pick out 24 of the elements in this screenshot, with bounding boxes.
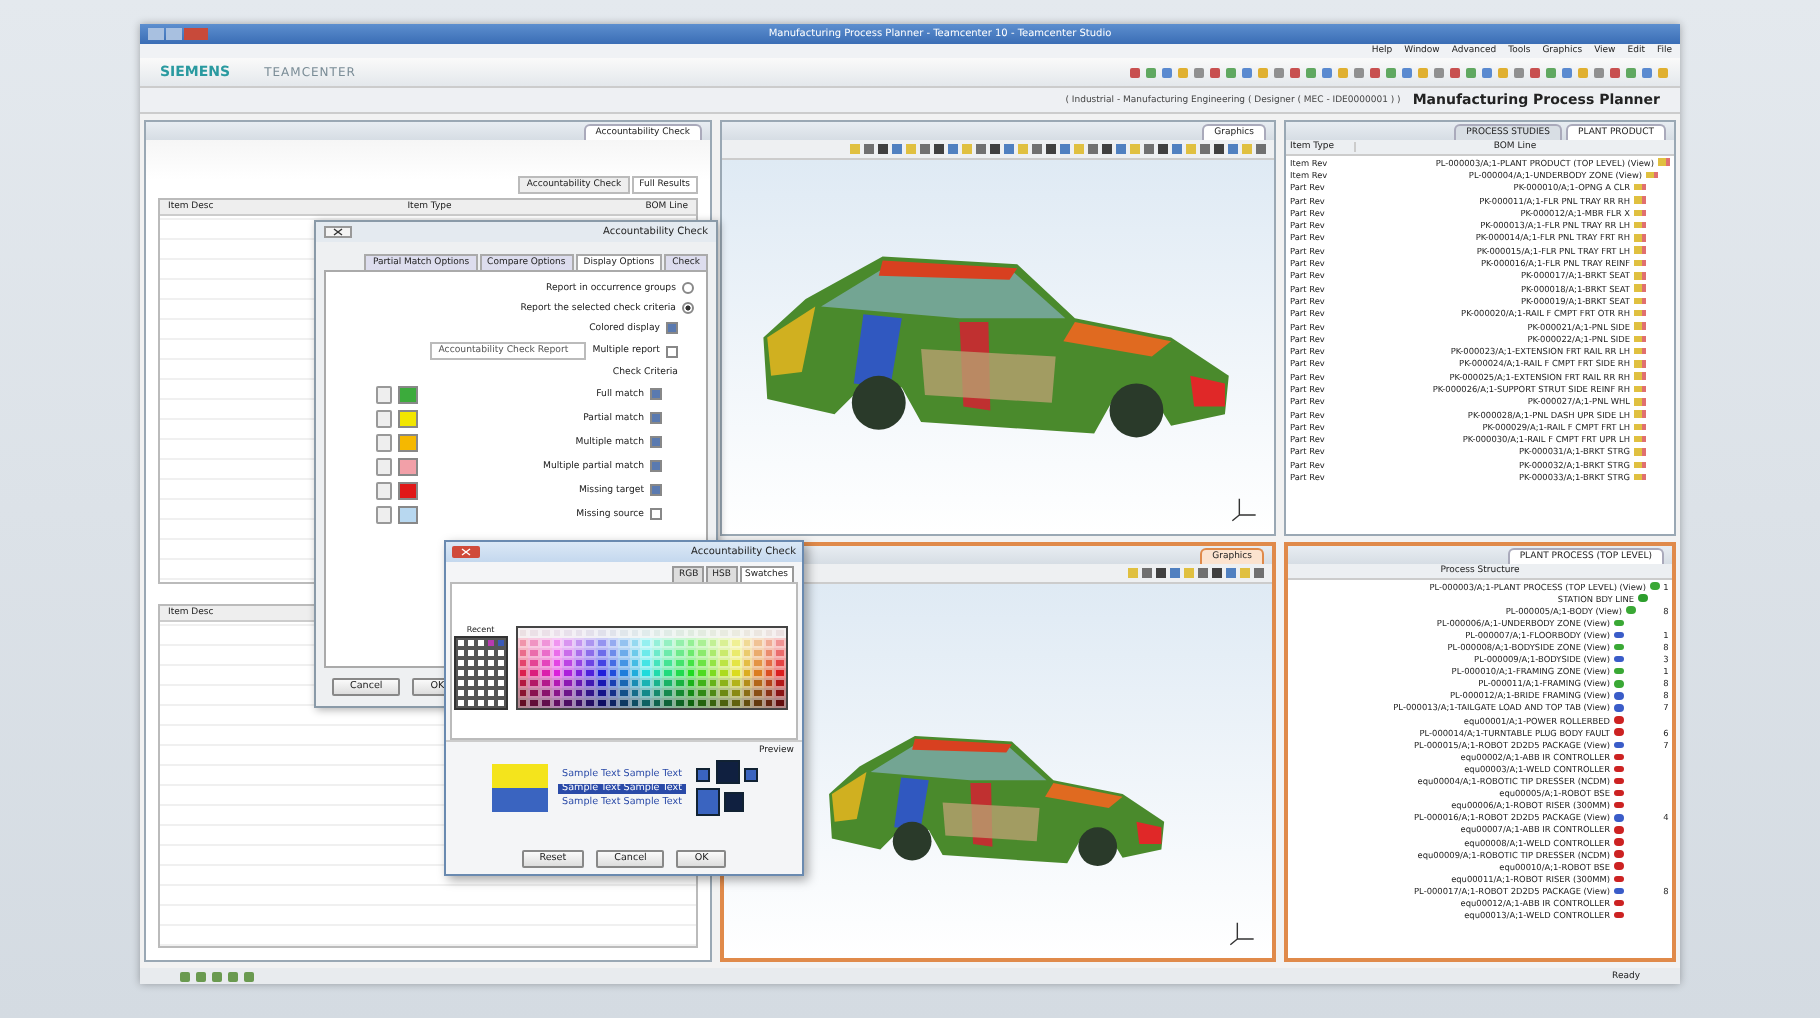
checkbox[interactable] [650, 436, 662, 448]
close-icon[interactable] [324, 226, 352, 238]
radio-button[interactable] [682, 282, 694, 294]
color-swatch-grid[interactable] [515, 625, 788, 709]
checkbox[interactable] [650, 460, 662, 472]
color-swatch[interactable] [398, 457, 418, 475]
axis-triad-icon [1230, 494, 1258, 522]
radio-button[interactable] [682, 302, 694, 314]
checkbox[interactable] [650, 484, 662, 496]
color-swatch[interactable] [398, 409, 418, 427]
recent-color-grid[interactable] [453, 636, 508, 710]
checkbox[interactable] [650, 508, 662, 520]
axis-triad-icon [1228, 918, 1256, 946]
color-swatch[interactable] [398, 385, 418, 403]
preview-swatch-drawing [695, 760, 756, 816]
preview-color-drawing [492, 764, 549, 812]
color-swatch[interactable] [398, 505, 418, 523]
window-controls-icon[interactable] [148, 28, 208, 40]
checkbox[interactable] [666, 345, 678, 357]
checkbox[interactable] [666, 322, 678, 334]
color-swatch[interactable] [398, 481, 418, 499]
checkbox[interactable] [650, 388, 662, 400]
color-swatch[interactable] [398, 433, 418, 451]
checkbox[interactable] [650, 412, 662, 424]
